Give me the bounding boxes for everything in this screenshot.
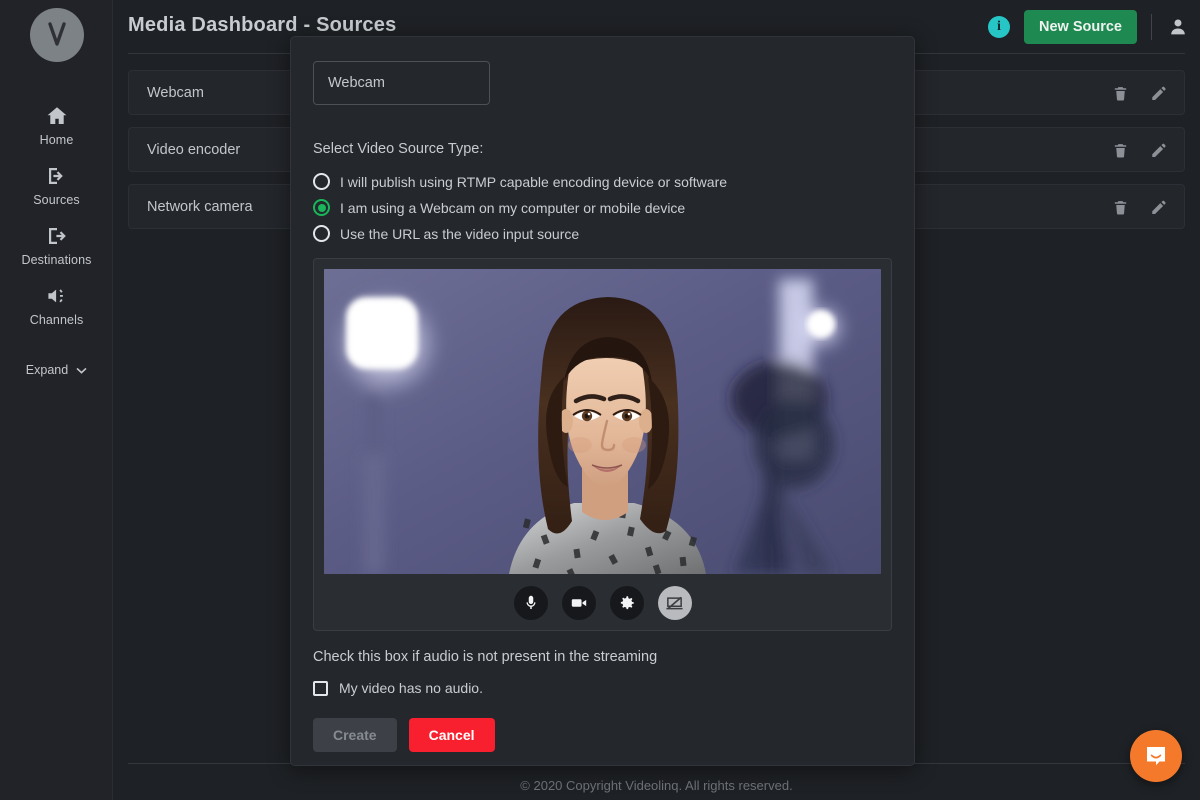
modal-actions: Create Cancel (313, 718, 892, 752)
source-name: Webcam (147, 84, 204, 101)
create-button[interactable]: Create (313, 718, 397, 752)
app-root: Home Sources Destinations Channels Expan… (0, 0, 1200, 800)
sidebar-item-destinations[interactable]: Destinations (0, 216, 113, 276)
sidebar-item-home[interactable]: Home (0, 96, 113, 156)
microphone-icon[interactable] (513, 586, 548, 620)
cancel-button[interactable]: Cancel (408, 718, 495, 752)
video-source-type-label: Select Video Source Type: (313, 141, 484, 157)
webcam-video-image (324, 269, 881, 574)
audio-hint-text: Check this box if audio is not present i… (313, 649, 658, 665)
pencil-icon[interactable] (1148, 198, 1168, 218)
video-camera-icon[interactable] (561, 586, 596, 620)
channels-speaker-icon (44, 283, 70, 309)
no-audio-checkbox-label: My video has no audio. (339, 680, 483, 696)
header-divider (1151, 13, 1152, 40)
video-source-type-radio-group: I will publish using RTMP capable encodi… (313, 173, 892, 242)
radio-option-url-label: Use the URL as the video input source (340, 225, 580, 242)
sources-login-icon (44, 163, 70, 189)
new-source-modal: Select Video Source Type: I will publish… (290, 36, 915, 766)
brand-logo[interactable] (0, 0, 113, 70)
sidebar-item-sources[interactable]: Sources (0, 156, 113, 216)
webcam-video-frame[interactable] (324, 269, 881, 574)
no-audio-checkbox-row[interactable]: My video has no audio. (313, 680, 892, 696)
radio-button-icon[interactable] (313, 225, 330, 242)
new-source-button[interactable]: New Source (1024, 9, 1137, 44)
user-avatar-icon[interactable] (1166, 15, 1190, 39)
chat-bubble-smile-icon (1147, 747, 1165, 766)
sidebar-item-channels[interactable]: Channels (0, 276, 113, 336)
row-actions (1110, 185, 1168, 230)
intercom-chat-icon[interactable] (1130, 730, 1182, 782)
webcam-preview-panel (313, 258, 892, 631)
source-name: Video encoder (147, 141, 241, 158)
logo-v-letter-icon (47, 22, 66, 46)
page-title: Media Dashboard - Sources (128, 14, 397, 36)
sidebar: Home Sources Destinations Channels Expan… (0, 0, 113, 800)
row-actions (1110, 71, 1168, 116)
radio-option-webcam-label: I am using a Webcam on my computer or mo… (340, 199, 686, 216)
pencil-icon[interactable] (1148, 141, 1168, 161)
sidebar-item-home-label: Home (39, 133, 74, 147)
radio-button-selected-icon[interactable] (313, 199, 330, 216)
chevron-down-icon (76, 367, 87, 374)
sidebar-item-sources-label: Sources (33, 193, 80, 207)
checkbox-icon[interactable] (313, 680, 328, 696)
radio-button-icon[interactable] (313, 173, 330, 190)
info-icon[interactable]: i (988, 15, 1010, 38)
pencil-icon[interactable] (1148, 84, 1168, 104)
sidebar-expand-label: Expand (25, 363, 69, 377)
header-actions: i New Source (988, 0, 1190, 53)
row-actions (1110, 128, 1168, 173)
radio-option-rtmp-label: I will publish using RTMP capable encodi… (340, 173, 728, 190)
logo-circle (29, 8, 84, 62)
home-icon (44, 103, 70, 129)
sidebar-nav: Home Sources Destinations Channels (0, 96, 113, 336)
screen-share-off-icon[interactable] (657, 586, 692, 620)
source-name-input[interactable] (313, 61, 490, 105)
trash-icon[interactable] (1110, 84, 1130, 104)
webcam-controls (324, 574, 881, 632)
gear-settings-icon[interactable] (609, 586, 644, 620)
source-name: Network camera (147, 198, 253, 215)
trash-icon[interactable] (1110, 198, 1130, 218)
radio-option-url[interactable]: Use the URL as the video input source (313, 225, 892, 242)
radio-option-rtmp[interactable]: I will publish using RTMP capable encodi… (313, 173, 892, 190)
sidebar-item-channels-label: Channels (29, 313, 84, 327)
radio-option-webcam[interactable]: I am using a Webcam on my computer or mo… (313, 199, 892, 216)
trash-icon[interactable] (1110, 141, 1130, 161)
sidebar-item-destinations-label: Destinations (21, 253, 92, 267)
destinations-logout-icon (44, 223, 70, 249)
sidebar-expand-toggle[interactable]: Expand (0, 363, 113, 377)
footer-copyright: © 2020 Copyright Videolinq. All rights r… (520, 778, 793, 793)
